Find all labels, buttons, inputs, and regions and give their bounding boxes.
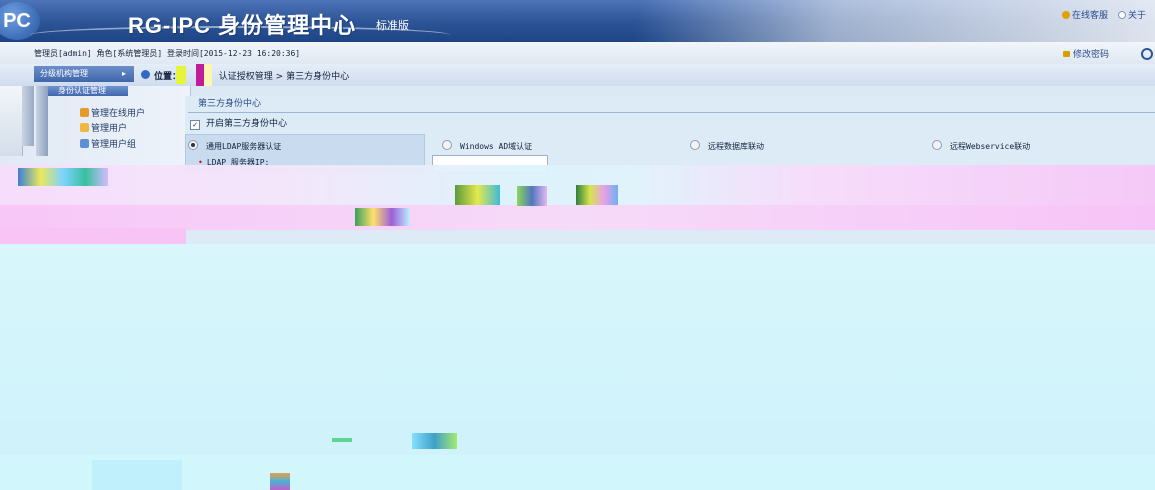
option-label: 通用LDAP服务器认证 — [206, 142, 282, 151]
sidebar-item-label: 管理用户组 — [91, 140, 137, 150]
menu-tab-label: 分级机构管理 — [40, 69, 88, 78]
change-password-link[interactable]: 修改密码 — [1063, 47, 1109, 60]
glitch-block — [576, 185, 618, 205]
support-icon — [1062, 11, 1070, 19]
option-remote-webservice[interactable]: 远程Webservice联动 — [932, 140, 1030, 152]
option-label: 远程数据库联动 — [708, 142, 764, 151]
sidebar-item-label: 管理在线用户 — [91, 109, 146, 119]
location-icon — [141, 70, 150, 79]
menu-tab-org-management[interactable]: 分级机构管理 ▸ — [34, 66, 134, 82]
sidebar-item-online-users[interactable]: 管理在线用户 — [80, 106, 145, 119]
glitch-block — [92, 460, 182, 490]
admin-info: 管理员[admin] 角色[系统管理员] 登录时间[2015-12-23 16:… — [34, 49, 301, 58]
sidebar-item-users[interactable]: 管理用户 — [80, 121, 127, 134]
info-icon — [1118, 11, 1126, 19]
glitch-block — [196, 64, 204, 86]
app-title: RG-IPC 身份管理中心 — [128, 13, 357, 38]
user-icon — [80, 123, 89, 132]
lock-icon — [1063, 51, 1070, 57]
online-users-icon — [80, 108, 89, 117]
sidebar-item-user-groups[interactable]: 管理用户组 — [80, 137, 136, 150]
glitch-block — [18, 168, 108, 186]
about-label: 关于 — [1128, 11, 1147, 21]
option-ldap[interactable]: 通用LDAP服务器认证 — [188, 140, 281, 152]
glitch-block — [517, 186, 547, 206]
tab-third-party-identity[interactable]: 第三方身份中心 — [198, 96, 261, 109]
app-edition: 标准版 — [376, 20, 409, 32]
tab-divider — [188, 112, 1155, 113]
online-support-label: 在线客服 — [1072, 11, 1109, 21]
glitch-block — [204, 64, 212, 86]
remote-db-radio[interactable] — [690, 140, 700, 150]
option-label: 远程Webservice联动 — [950, 142, 1031, 151]
glitch-block — [270, 473, 290, 490]
sidebar-panel — [0, 86, 23, 156]
enable-checkbox[interactable]: ✓ — [190, 120, 200, 130]
glitch-block — [332, 438, 352, 442]
windows-ad-radio[interactable] — [442, 140, 452, 150]
sidebar-divider — [36, 86, 48, 156]
online-support-link[interactable]: 在线客服 — [1062, 8, 1108, 21]
change-password-label: 修改密码 — [1073, 50, 1110, 60]
user-group-icon — [80, 139, 89, 148]
about-link[interactable]: 关于 — [1118, 8, 1146, 21]
image-artifact — [0, 205, 1155, 230]
glitch-block — [455, 185, 500, 205]
breadcrumb-separator: > — [275, 72, 284, 82]
logout-icon[interactable] — [1141, 48, 1153, 60]
sidebar-item-label: 管理用户 — [91, 124, 128, 134]
option-remote-db[interactable]: 远程数据库联动 — [690, 140, 764, 152]
glitch-block — [176, 66, 186, 84]
enable-third-party-row[interactable]: ✓ 开启第三方身份中心 — [190, 116, 287, 130]
sidebar-divider — [22, 86, 34, 146]
sidebar-item-identity-auth[interactable]: 身份认证管理 — [48, 86, 128, 96]
option-label: Windows AD域认证 — [460, 142, 533, 151]
glitch-block — [355, 208, 410, 226]
enable-label: 开启第三方身份中心 — [206, 119, 288, 129]
glitch-block — [412, 433, 457, 449]
webservice-radio[interactable] — [932, 140, 942, 150]
chevron-right-icon: ▸ — [121, 69, 126, 78]
image-artifact — [0, 244, 1155, 460]
option-windows-ad[interactable]: Windows AD域认证 — [442, 140, 532, 152]
ldap-radio[interactable] — [188, 140, 198, 150]
breadcrumb-auth-management[interactable]: 认证授权管理 — [219, 72, 273, 82]
breadcrumb-current: 第三方身份中心 — [286, 72, 350, 82]
